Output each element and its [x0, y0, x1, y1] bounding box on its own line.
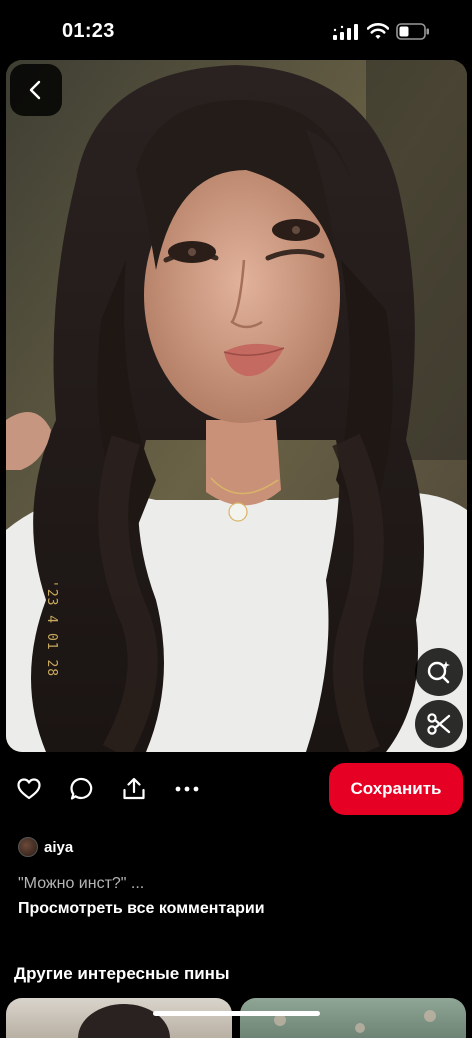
- pin-image[interactable]: '23 4 01 28: [6, 60, 467, 752]
- like-button[interactable]: [16, 776, 42, 802]
- share-button[interactable]: [121, 776, 147, 802]
- related-pin-image: [274, 1010, 436, 1033]
- status-bar: 01:23: [0, 0, 472, 60]
- portrait-illustration: [6, 60, 467, 752]
- avatar: [18, 837, 38, 857]
- more-dots-icon: [175, 786, 199, 792]
- visual-search-icon: [427, 661, 450, 684]
- photo-date-stamp: '23 4 01 28: [44, 580, 59, 678]
- author-name: aiya: [44, 838, 74, 856]
- cutout-button[interactable]: [415, 700, 463, 748]
- related-pin-image: [78, 1004, 170, 1038]
- related-pin-thumbnail[interactable]: [240, 998, 466, 1038]
- share-icon: [123, 777, 145, 800]
- more-pins-heading: Другие интересные пины: [14, 964, 230, 983]
- comment-button[interactable]: [69, 776, 95, 802]
- related-pin-thumbnail[interactable]: [6, 998, 232, 1038]
- save-button[interactable]: Сохранить: [329, 763, 463, 815]
- comment-preview[interactable]: "Можно инст?" ...: [18, 875, 144, 893]
- scissors-icon: [427, 713, 451, 735]
- comment-icon: [70, 777, 93, 800]
- heart-icon: [17, 778, 41, 800]
- battery-icon: [396, 23, 429, 40]
- visual-search-button[interactable]: [415, 648, 463, 696]
- chevron-left-icon: [29, 80, 41, 100]
- more-options-button[interactable]: [174, 776, 200, 802]
- pin-author[interactable]: aiya: [18, 836, 73, 858]
- cellular-signal-icon: [333, 24, 358, 40]
- home-indicator: [153, 1011, 320, 1016]
- view-all-comments-link[interactable]: Просмотреть все комментарии: [18, 900, 265, 918]
- wifi-icon: [367, 23, 389, 39]
- status-time: 01:23: [62, 20, 115, 42]
- back-button[interactable]: [10, 64, 62, 116]
